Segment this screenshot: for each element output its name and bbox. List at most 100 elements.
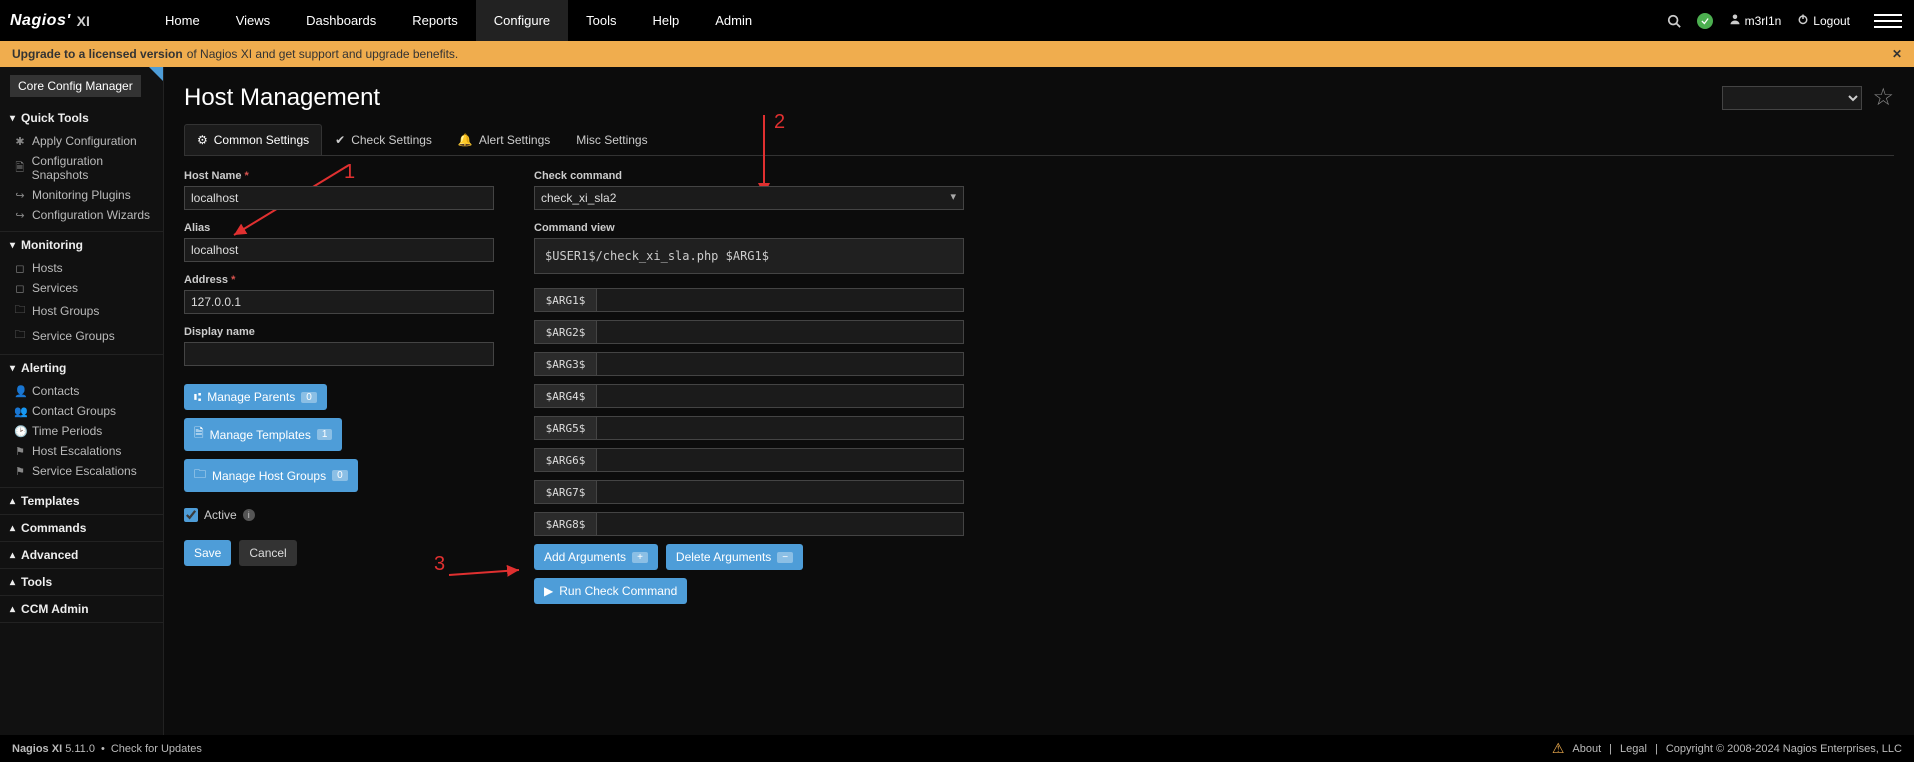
info-icon[interactable]: i bbox=[243, 509, 255, 521]
host-name-input[interactable] bbox=[184, 186, 494, 210]
nav-reports[interactable]: Reports bbox=[394, 0, 476, 41]
run-check-command-button[interactable]: ▶ Run Check Command bbox=[534, 578, 687, 604]
top-nav-right: m3rl1n Logout bbox=[1667, 0, 1914, 41]
tab-label: Common Settings bbox=[214, 133, 309, 147]
arg-input-3[interactable] bbox=[596, 352, 964, 376]
logout-link[interactable]: Logout bbox=[1797, 13, 1850, 28]
nav-tools[interactable]: Tools bbox=[568, 0, 634, 41]
arg-input-2[interactable] bbox=[596, 320, 964, 344]
hamburger-icon[interactable] bbox=[1874, 7, 1902, 35]
manage-templates-button[interactable]: 🗎 Manage Templates 1 bbox=[184, 418, 342, 451]
nav-admin[interactable]: Admin bbox=[697, 0, 770, 41]
status-ok-icon[interactable] bbox=[1697, 13, 1713, 29]
close-icon[interactable]: ✕ bbox=[1892, 47, 1902, 61]
active-checkbox[interactable] bbox=[184, 508, 198, 522]
favorite-icon[interactable]: ☆ bbox=[1872, 83, 1894, 112]
sidebar-item-service-escalations[interactable]: ⚑Service Escalations bbox=[10, 461, 163, 481]
warning-icon[interactable]: ⚠ bbox=[1552, 740, 1565, 757]
sidebar-item-configuration-wizards[interactable]: ↪Configuration Wizards bbox=[10, 205, 163, 225]
sidebar-section-monitoring[interactable]: ▾Monitoring bbox=[0, 232, 163, 258]
arg-row-3: $ARG3$ bbox=[534, 352, 964, 376]
nav-views[interactable]: Views bbox=[218, 0, 288, 41]
footer-version: 5.11.0 bbox=[65, 743, 95, 755]
tab-alert-settings[interactable]: 🔔Alert Settings bbox=[445, 124, 563, 155]
command-view-label: Command view bbox=[534, 222, 964, 234]
logo[interactable]: Nagios' XI bbox=[0, 0, 147, 41]
about-link[interactable]: About bbox=[1572, 743, 1601, 755]
tab-misc-settings[interactable]: Misc Settings bbox=[563, 124, 660, 155]
tab-common-settings[interactable]: ⚙ Common Settings bbox=[184, 124, 322, 155]
arg-input-8[interactable] bbox=[596, 512, 964, 536]
sidebar-section-label: CCM Admin bbox=[21, 602, 89, 616]
search-icon[interactable] bbox=[1667, 14, 1681, 28]
legal-link[interactable]: Legal bbox=[1620, 743, 1647, 755]
banner-bold: Upgrade to a licensed version bbox=[12, 47, 183, 61]
content-area: Host Management ☆ ⚙ Common Settings ✔Check… bbox=[164, 67, 1914, 735]
chevron-down-icon: ▾ bbox=[10, 113, 15, 124]
tab-icon: ⚙ bbox=[197, 133, 208, 147]
sidebar-item-icon: 🗎 bbox=[14, 159, 26, 178]
sidebar-section-alerting[interactable]: ▾Alerting bbox=[0, 355, 163, 381]
sidebar-item-time-periods[interactable]: 🕑Time Periods bbox=[10, 421, 163, 441]
nav-configure[interactable]: Configure bbox=[476, 0, 568, 41]
address-input[interactable] bbox=[184, 290, 494, 314]
alias-input[interactable] bbox=[184, 238, 494, 262]
arg-input-1[interactable] bbox=[596, 288, 964, 312]
sidebar-item-icon: ↪ bbox=[14, 209, 26, 222]
save-button[interactable]: Save bbox=[184, 540, 231, 566]
tab-check-settings[interactable]: ✔Check Settings bbox=[322, 124, 445, 155]
form-area: 1 2 3 Host Name * Alias bbox=[184, 170, 1894, 604]
sidebar-item-label: Service Escalations bbox=[32, 464, 137, 478]
sidebar-item-icon: ⚑ bbox=[14, 445, 26, 458]
sidebar-section-commands[interactable]: ▴Commands bbox=[0, 515, 163, 541]
check-updates-link[interactable]: Check for Updates bbox=[111, 743, 202, 755]
manage-parents-button[interactable]: ⑆ Manage Parents 0 bbox=[184, 384, 327, 410]
chevron-up-icon: ▴ bbox=[10, 523, 15, 534]
footer: Nagios XI 5.11.0 • Check for Updates ⚠ A… bbox=[0, 735, 1914, 762]
sidebar-section-tools[interactable]: ▴Tools bbox=[0, 569, 163, 595]
chevron-down-icon: ▾ bbox=[10, 240, 15, 251]
arg-input-6[interactable] bbox=[596, 448, 964, 472]
chevron-up-icon: ▴ bbox=[10, 496, 15, 507]
sidebar-item-label: Services bbox=[32, 281, 78, 295]
cancel-button[interactable]: Cancel bbox=[239, 540, 296, 566]
arg-label: $ARG2$ bbox=[534, 320, 596, 344]
manage-host-groups-button[interactable]: 🗀 Manage Host Groups 0 bbox=[184, 459, 358, 492]
sidebar-section-ccm-admin[interactable]: ▴CCM Admin bbox=[0, 596, 163, 622]
sidebar-title: Core Config Manager bbox=[10, 75, 141, 97]
sidebar-section-label: Advanced bbox=[21, 548, 78, 562]
sidebar-item-service-groups[interactable]: 🗀Service Groups bbox=[10, 323, 163, 348]
tab-label: Alert Settings bbox=[479, 133, 550, 147]
sidebar-item-hosts[interactable]: ◻Hosts bbox=[10, 258, 163, 278]
address-label: Address * bbox=[184, 274, 494, 286]
sidebar-item-configuration-snapshots[interactable]: 🗎Configuration Snapshots bbox=[10, 151, 163, 185]
sidebar-section-quick-tools[interactable]: ▾Quick Tools bbox=[0, 105, 163, 131]
arg-row-5: $ARG5$ bbox=[534, 416, 964, 440]
form-right-column: Check command check_xi_sla2 Command view… bbox=[534, 170, 964, 604]
delete-arguments-button[interactable]: Delete Arguments − bbox=[666, 544, 803, 570]
quick-select[interactable] bbox=[1722, 86, 1862, 110]
page-title: Host Management bbox=[184, 84, 380, 112]
sidebar-item-services[interactable]: ◻Services bbox=[10, 278, 163, 298]
logo-xi: XI bbox=[77, 13, 90, 29]
user-menu[interactable]: m3rl1n bbox=[1729, 13, 1782, 28]
arg-input-4[interactable] bbox=[596, 384, 964, 408]
main-area: Core Config Manager ▾Quick Tools✱Apply C… bbox=[0, 67, 1914, 735]
sidebar-item-host-escalations[interactable]: ⚑Host Escalations bbox=[10, 441, 163, 461]
nav-dashboards[interactable]: Dashboards bbox=[288, 0, 394, 41]
sidebar-section-advanced[interactable]: ▴Advanced bbox=[0, 542, 163, 568]
main-menu: HomeViewsDashboardsReportsConfigureTools… bbox=[147, 0, 770, 41]
sidebar-item-apply-configuration[interactable]: ✱Apply Configuration bbox=[10, 131, 163, 151]
nav-help[interactable]: Help bbox=[635, 0, 698, 41]
check-command-select[interactable]: check_xi_sla2 bbox=[534, 186, 964, 210]
sidebar-section-templates[interactable]: ▴Templates bbox=[0, 488, 163, 514]
sidebar-item-contacts[interactable]: 👤Contacts bbox=[10, 381, 163, 401]
sidebar-item-monitoring-plugins[interactable]: ↪Monitoring Plugins bbox=[10, 185, 163, 205]
sidebar-item-host-groups[interactable]: 🗀Host Groups bbox=[10, 298, 163, 323]
add-arguments-button[interactable]: Add Arguments + bbox=[534, 544, 658, 570]
display-name-input[interactable] bbox=[184, 342, 494, 366]
arg-input-7[interactable] bbox=[596, 480, 964, 504]
arg-input-5[interactable] bbox=[596, 416, 964, 440]
sidebar-item-contact-groups[interactable]: 👥Contact Groups bbox=[10, 401, 163, 421]
nav-home[interactable]: Home bbox=[147, 0, 218, 41]
